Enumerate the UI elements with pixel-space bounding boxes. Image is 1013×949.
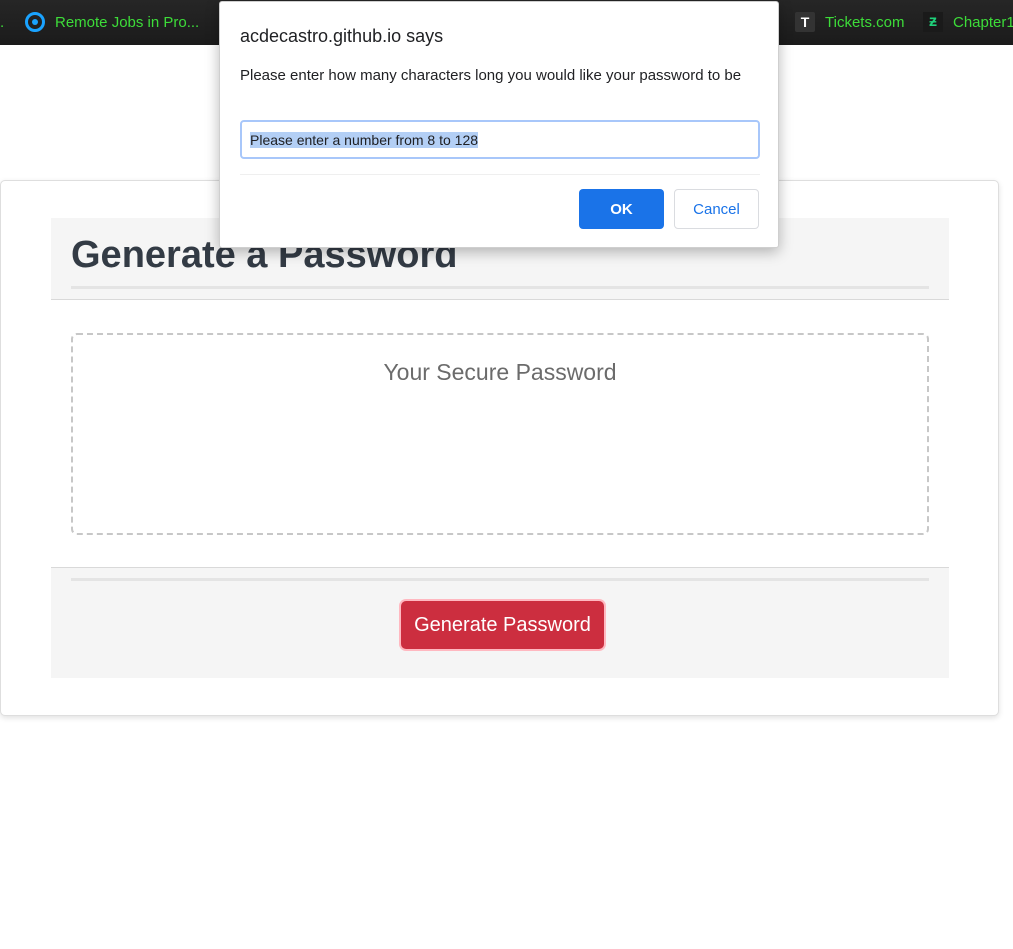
chapter-icon: ƶ	[923, 12, 943, 32]
bookmark-label: Chapter1	[953, 13, 1013, 31]
password-display-box	[71, 333, 929, 535]
footer-divider	[71, 578, 929, 581]
remote-jobs-icon	[25, 12, 45, 32]
card-footer: Generate Password	[51, 567, 949, 678]
dialog-message: Please enter how many characters long yo…	[240, 67, 742, 84]
dialog-title: acdecastro.github.io says	[240, 26, 444, 46]
bookmark-label: Remote Jobs in Pro...	[55, 13, 200, 31]
dialog-input-value: Please enter a number from 8 to 128	[250, 131, 479, 148]
ok-button[interactable]: OK	[579, 189, 664, 229]
header-divider	[71, 286, 929, 289]
bookmark-item-remote-jobs[interactable]: Remote Jobs in Pro...	[25, 11, 199, 33]
dialog-input-field[interactable]: Please enter a number from 8 to 128	[240, 120, 760, 159]
bookmark-item-tickets[interactable]: T Tickets.com	[795, 11, 904, 33]
dialog-divider	[240, 174, 760, 175]
password-card: Generate a Password Generate Password	[0, 180, 999, 716]
tickets-icon: T	[795, 12, 815, 32]
bookmark-item-chapter[interactable]: ƶ Chapter1	[923, 11, 1013, 33]
prompt-dialog: acdecastro.github.io says Please enter h…	[219, 1, 779, 248]
bookmark-label: .	[0, 13, 5, 31]
cancel-button[interactable]: Cancel	[674, 189, 759, 229]
bookmark-label: Tickets.com	[825, 13, 905, 31]
bookmark-item-truncated[interactable]: .	[0, 11, 4, 33]
generate-password-button[interactable]: Generate Password	[401, 601, 604, 649]
password-textarea[interactable]	[73, 335, 927, 533]
